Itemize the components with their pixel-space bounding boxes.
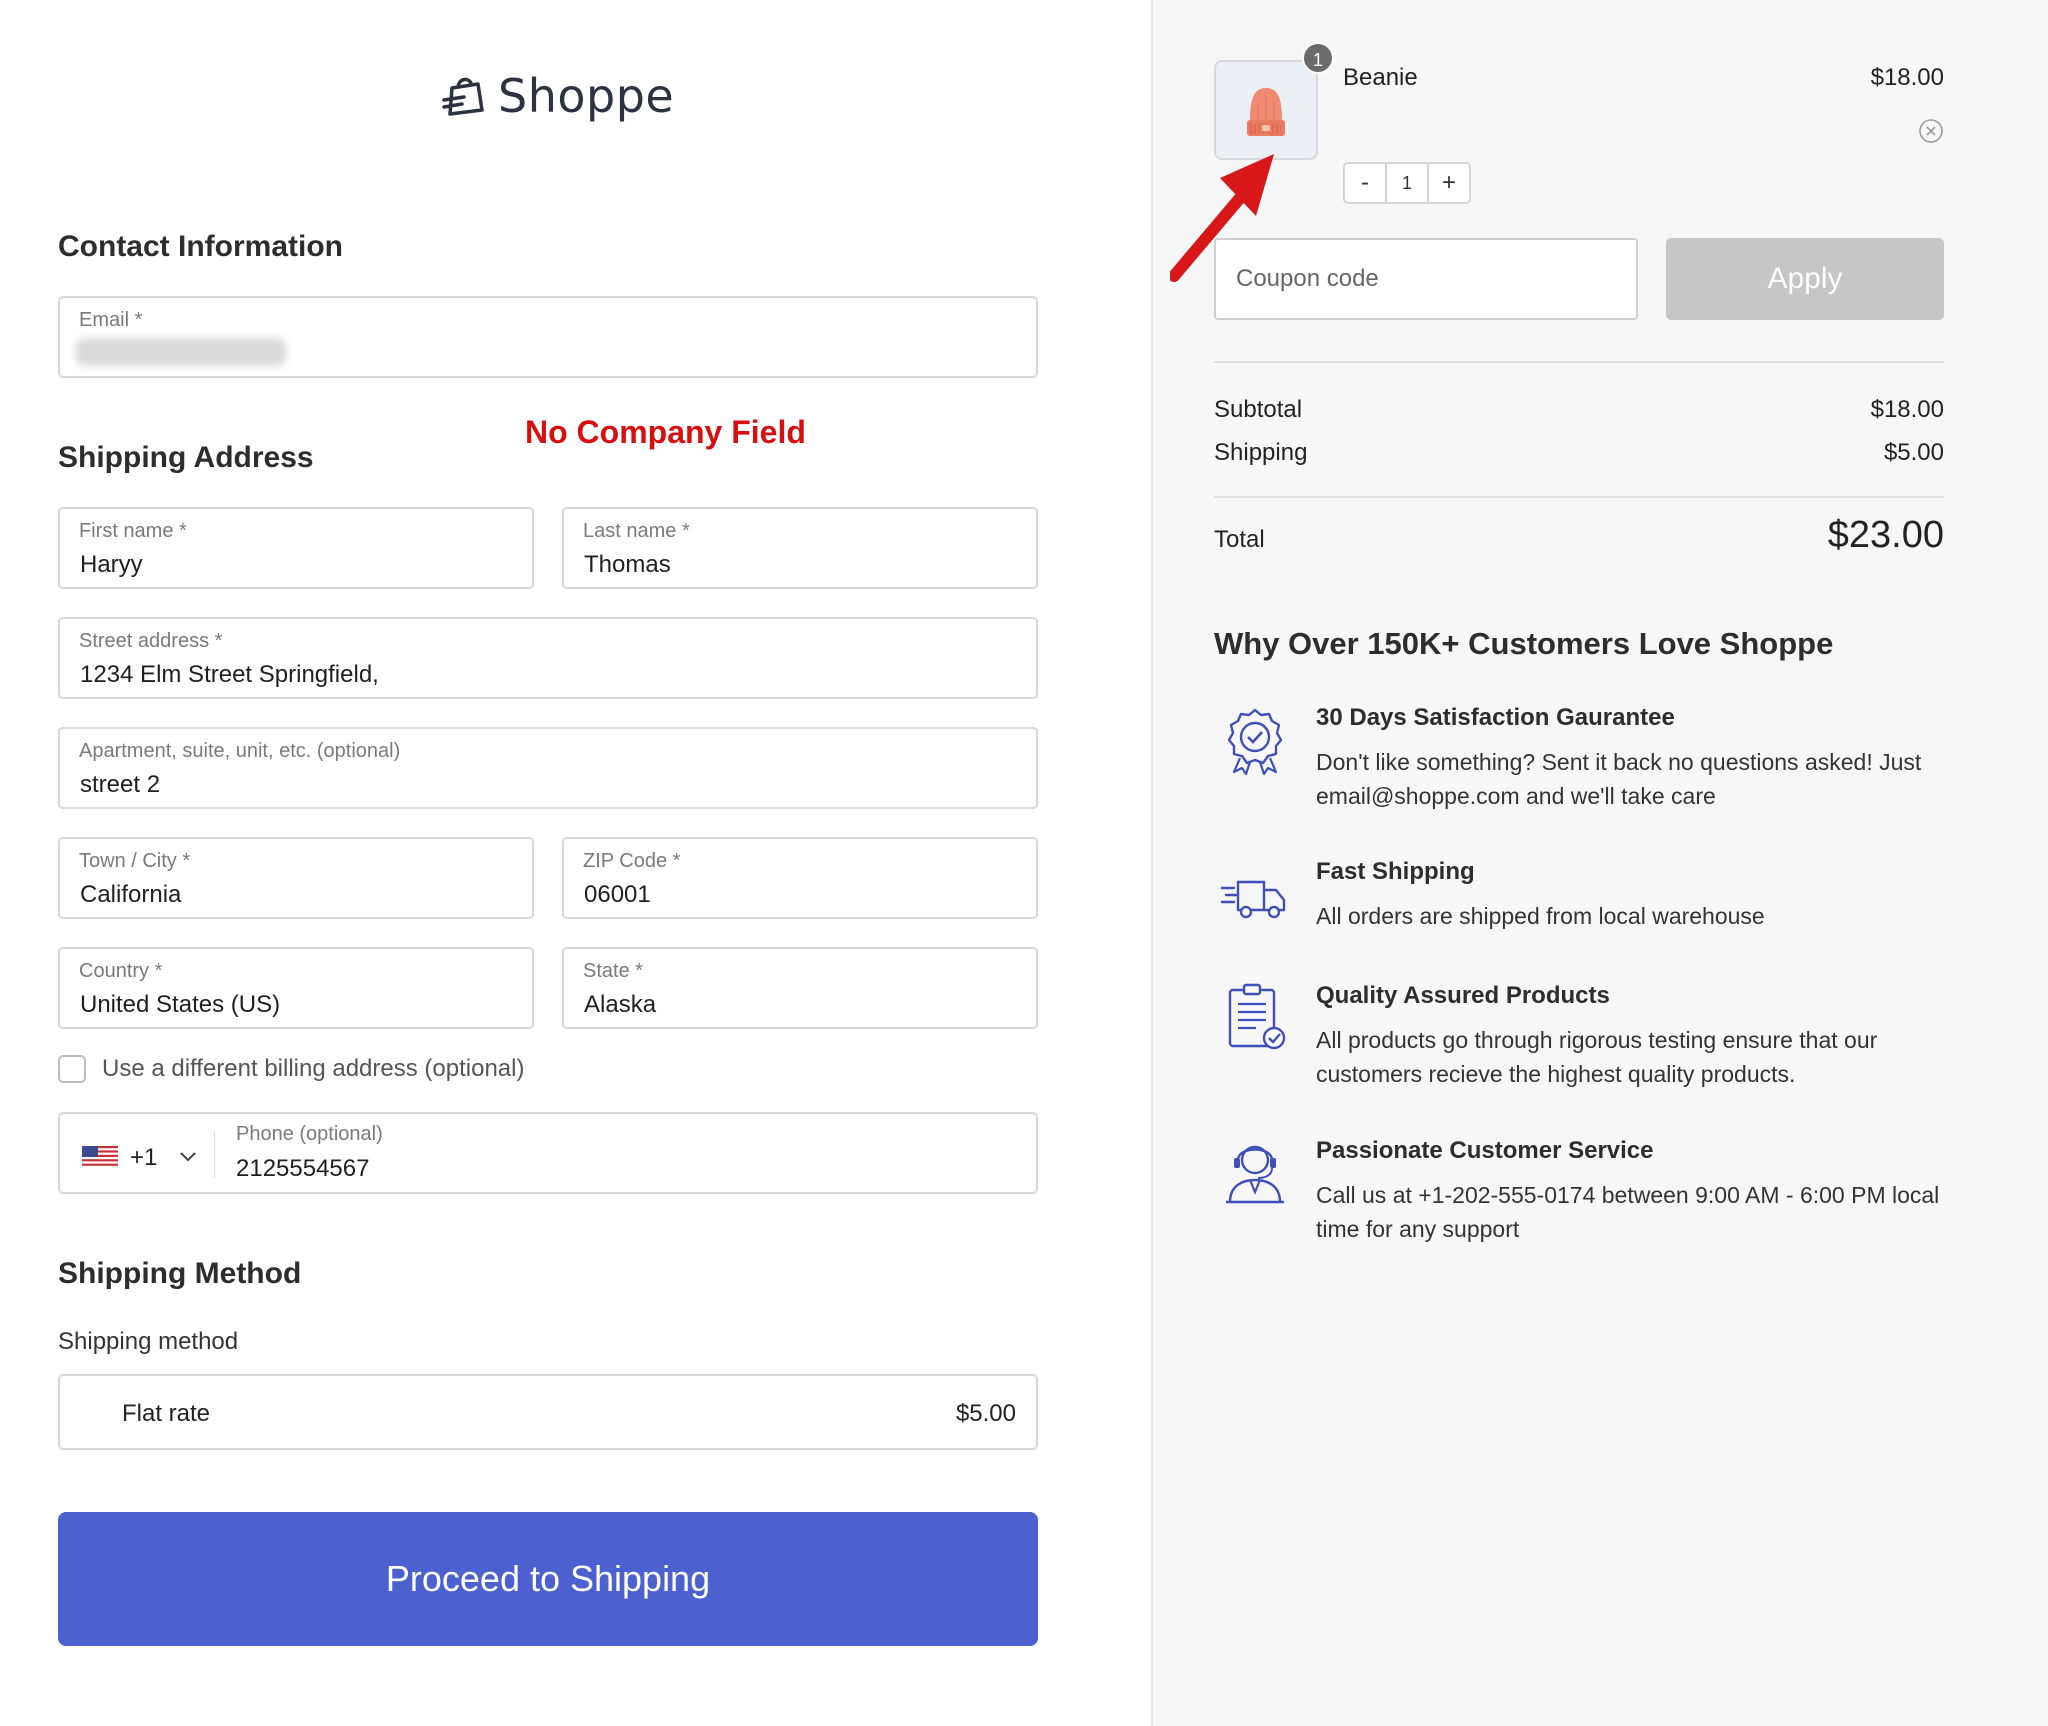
state-value: Alaska — [584, 991, 657, 1018]
last-name-value: Thomas — [584, 551, 671, 578]
increase-quantity-button[interactable]: + — [1429, 164, 1469, 202]
phone-value: 2125554567 — [236, 1155, 370, 1182]
award-badge-icon — [1227, 708, 1283, 776]
brand-name: Shoppe — [498, 69, 675, 123]
shipping-label: Shipping — [1214, 439, 1308, 466]
feature-description: All orders are shipped from local wareho… — [1316, 903, 1765, 929]
apartment-field[interactable]: Apartment, suite, unit, etc. (optional) … — [58, 727, 1038, 809]
first-name-value: Haryy — [80, 551, 143, 578]
shipping-method-option[interactable]: Flat rate $5.00 — [58, 1374, 1038, 1450]
street-address-field[interactable]: Street address * 1234 Elm Street Springf… — [58, 617, 1038, 699]
total-divider — [1214, 496, 1944, 498]
city-label: Town / City * — [79, 850, 191, 872]
shipping-value: $5.00 — [1883, 439, 1944, 466]
state-field[interactable]: State * Alaska — [562, 947, 1038, 1029]
phone-label: Phone (optional) — [236, 1123, 383, 1145]
us-flag-icon — [82, 1146, 118, 1168]
total-value: $23.00 — [1827, 514, 1944, 556]
feature-title: Fast Shipping — [1316, 858, 1475, 885]
summary-divider — [1214, 361, 1944, 363]
email-field[interactable]: Email * — [58, 296, 1038, 378]
coupon-code-input[interactable] — [1214, 238, 1638, 320]
contact-information-heading: Contact Information — [58, 230, 343, 263]
feature-description: All products go through rigorous testing… — [1316, 1027, 1878, 1087]
shipping-method-label: Shipping method — [58, 1328, 239, 1355]
why-customers-love-heading: Why Over 150K+ Customers Love Shoppe — [1214, 626, 1834, 661]
email-label: Email * — [79, 309, 143, 331]
zip-code-field[interactable]: ZIP Code * 06001 — [562, 837, 1038, 919]
state-label: State * — [583, 960, 644, 982]
feature-title: Passionate Customer Service — [1316, 1137, 1654, 1164]
apply-coupon-button[interactable]: Apply — [1666, 238, 1944, 320]
street-address-value: 1234 Elm Street Springfield, — [80, 661, 379, 688]
decrease-quantity-button[interactable]: - — [1345, 164, 1385, 202]
billing-address-option[interactable]: Use a different billing address (optiona… — [58, 1055, 524, 1083]
street-address-label: Street address * — [79, 630, 223, 652]
country-dial-code[interactable]: +1 — [130, 1144, 157, 1172]
city-field[interactable]: Town / City * California — [58, 837, 534, 919]
quantity-value[interactable]: 1 — [1385, 164, 1429, 202]
feature-title: Quality Assured Products — [1316, 982, 1610, 1009]
zip-code-value: 06001 — [584, 881, 651, 908]
clipboard-check-icon — [1228, 983, 1286, 1050]
phone-field[interactable]: +1 Phone (optional) 2125554567 — [58, 1112, 1038, 1194]
brand-logo[interactable]: Shoppe — [438, 66, 674, 126]
redacted-email-value — [76, 338, 286, 366]
shipping-address-heading: Shipping Address — [58, 441, 314, 474]
last-name-label: Last name * — [583, 520, 690, 542]
city-value: California — [80, 881, 182, 908]
no-company-field-annotation: No Company Field — [525, 414, 806, 450]
apartment-label: Apartment, suite, unit, etc. (optional) — [79, 740, 401, 762]
product-price: $18.00 — [1870, 64, 1944, 91]
beanie-icon — [1247, 88, 1285, 136]
delivery-truck-icon — [1220, 880, 1286, 919]
first-name-label: First name * — [79, 520, 187, 542]
shipping-option-price: $5.00 — [955, 1400, 1016, 1427]
total-label: Total — [1214, 526, 1265, 553]
product-name: Beanie — [1343, 64, 1418, 91]
checkout-form-panel: Shoppe Contact Information Email * No Co… — [0, 0, 1151, 1726]
product-thumbnail — [1214, 60, 1318, 160]
remove-item-icon[interactable] — [1918, 118, 1944, 144]
zip-code-label: ZIP Code * — [583, 850, 681, 872]
shipping-option-name: Flat rate — [122, 1400, 211, 1427]
quantity-stepper[interactable]: - 1 + — [1343, 162, 1471, 204]
subtotal-value: $18.00 — [1870, 396, 1944, 423]
cart-quantity-badge: 1 — [1302, 42, 1334, 74]
feature-title: 30 Days Satisfaction Gaurantee — [1316, 704, 1675, 731]
country-value: United States (US) — [80, 991, 281, 1018]
country-label: Country * — [79, 960, 163, 982]
last-name-field[interactable]: Last name * Thomas — [562, 507, 1038, 589]
shopping-bag-icon — [442, 77, 484, 116]
shipping-method-heading: Shipping Method — [58, 1257, 302, 1290]
chevron-down-icon[interactable] — [176, 1144, 200, 1168]
billing-address-checkbox-label: Use a different billing address (optiona… — [102, 1055, 525, 1082]
customer-support-icon — [1226, 1145, 1284, 1204]
phone-divider — [214, 1132, 215, 1178]
proceed-to-shipping-button[interactable]: Proceed to Shipping — [58, 1512, 1038, 1646]
first-name-field[interactable]: First name * Haryy — [58, 507, 534, 589]
apartment-value: street 2 — [80, 771, 161, 798]
feature-description: Don't like something? Sent it back no qu… — [1316, 749, 1922, 809]
feature-description: Call us at +1-202-555-0174 between 9:00 … — [1316, 1182, 1940, 1242]
country-field[interactable]: Country * United States (US) — [58, 947, 534, 1029]
subtotal-label: Subtotal — [1214, 396, 1303, 423]
billing-address-checkbox[interactable] — [58, 1055, 86, 1083]
